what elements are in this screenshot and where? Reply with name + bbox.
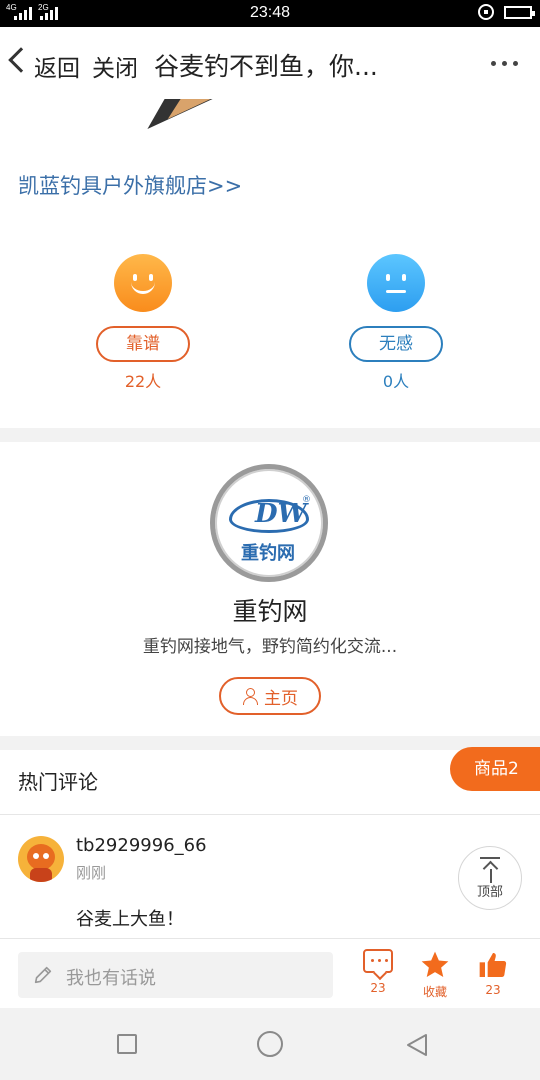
status-time: 23:48 — [249, 4, 291, 21]
reaction-indifferent: 无感 0人 — [336, 254, 456, 392]
comment-username[interactable]: tb2929996_66 — [76, 835, 207, 856]
close-button[interactable]: 关闭 — [92, 49, 138, 83]
page-title: 谷麦钓不到鱼，你... — [154, 52, 378, 81]
pencil-icon — [34, 966, 52, 984]
rotation-lock-icon — [478, 4, 494, 20]
back-chevron-icon[interactable] — [8, 47, 34, 73]
smile-face-icon[interactable] — [114, 254, 172, 312]
logo-registered-mark: ® — [302, 495, 311, 505]
back-button[interactable]: 返回 — [34, 49, 80, 83]
star-icon — [421, 951, 449, 977]
reliable-count: 22人 — [124, 372, 162, 391]
page-header: 返回 关闭 谷麦钓不到鱼，你... — [0, 27, 540, 99]
like-count: 23 — [485, 983, 501, 997]
logo-text: DW — [255, 499, 307, 529]
indifferent-button[interactable]: 无感 — [349, 326, 443, 362]
system-nav-bar — [0, 1008, 540, 1080]
thumbs-up-icon — [479, 953, 507, 977]
comment-text: 谷麦上大鱼！ — [76, 909, 184, 930]
user-icon — [242, 688, 258, 705]
author-description: 重钓网接地气，野钓简约化交流... — [142, 637, 398, 657]
like-button[interactable]: 23 — [468, 949, 518, 997]
back-to-top-label: 顶部 — [476, 885, 503, 900]
battery-icon — [504, 5, 535, 19]
reliable-button[interactable]: 靠谱 — [96, 326, 190, 362]
neutral-face-icon[interactable] — [367, 254, 425, 312]
hot-comments-title: 热门评论 — [18, 770, 98, 794]
nav-back-icon[interactable] — [404, 1032, 430, 1058]
avatar[interactable] — [18, 836, 64, 882]
bottom-action-bar: 我也有话说 23 收藏 23 — [0, 938, 540, 1008]
author-name[interactable]: 重钓网 — [0, 592, 540, 628]
comment-input[interactable]: 我也有话说 — [18, 952, 333, 998]
products-tab[interactable]: 商品2 — [450, 747, 540, 791]
homepage-button[interactable]: 主页 — [219, 677, 321, 715]
comment-button[interactable]: 23 — [353, 949, 403, 995]
homepage-label: 主页 — [264, 688, 298, 709]
author-logo[interactable]: DW ® 重钓网 — [210, 464, 328, 582]
section-divider — [0, 428, 540, 442]
more-options-icon[interactable] — [491, 61, 518, 66]
comment-icon — [363, 949, 393, 973]
back-to-top-button[interactable]: 顶部 — [458, 846, 522, 910]
comment-timestamp: 刚刚 — [76, 864, 107, 882]
comment-input-placeholder: 我也有话说 — [66, 968, 156, 989]
favorite-button[interactable]: 收藏 — [410, 949, 460, 1000]
indifferent-count: 0人 — [382, 372, 410, 391]
section-divider-2 — [0, 736, 540, 750]
home-icon[interactable] — [257, 1031, 283, 1057]
reaction-reliable: 靠谱 22人 — [83, 254, 203, 392]
pencil-image — [139, 99, 213, 129]
logo-chinese-text: 重钓网 — [241, 543, 295, 564]
recent-apps-icon[interactable] — [117, 1034, 137, 1054]
store-link[interactable]: 凯蓝钓具户外旗舰店>> — [18, 170, 242, 200]
status-bar: 4G 2G 23:48 — [0, 0, 540, 27]
comment-count: 23 — [370, 981, 386, 995]
divider — [0, 814, 540, 815]
favorite-label: 收藏 — [422, 985, 447, 999]
